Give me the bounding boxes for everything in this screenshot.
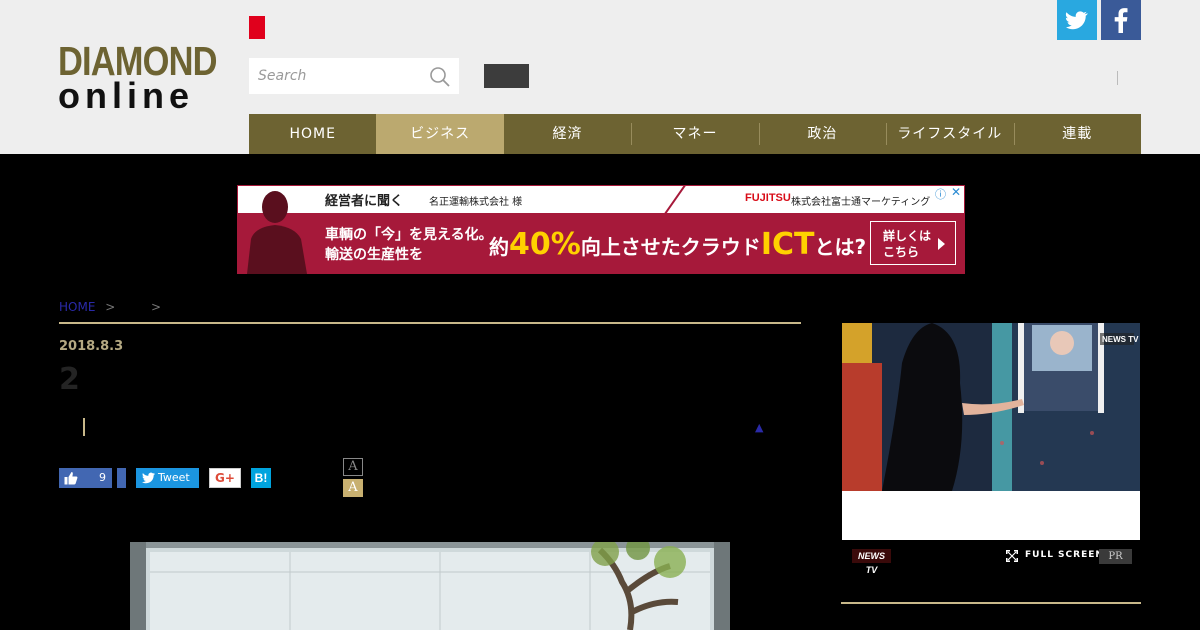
video-player[interactable]: NEWS TV bbox=[842, 323, 1140, 491]
search-input[interactable] bbox=[249, 58, 419, 94]
author-marker bbox=[83, 418, 85, 436]
ad-big-suffix: とは? bbox=[814, 235, 867, 259]
ad-big-copy: 約40%向上させたクラウドICTとは? bbox=[489, 227, 866, 262]
tweet-button[interactable]: Tweet bbox=[136, 468, 199, 488]
font-size-small-button[interactable]: A bbox=[343, 458, 363, 476]
site-logo[interactable]: DIAMOND online bbox=[58, 40, 224, 114]
main-nav: HOME ビジネス 経済 マネー 政治 ライフスタイル 連載 bbox=[249, 114, 1141, 154]
twitter-bird-icon bbox=[142, 472, 155, 484]
ad-big-ict: ICT bbox=[760, 227, 815, 262]
breadcrumb: HOME > > bbox=[59, 300, 167, 314]
breadcrumb-separator: > bbox=[105, 300, 116, 314]
person-silhouette-icon bbox=[247, 191, 307, 274]
ad-info-icon[interactable]: ⓘ bbox=[935, 186, 946, 202]
article-date: 2018.8.3 bbox=[59, 339, 124, 354]
nav-item-business[interactable]: ビジネス bbox=[376, 114, 504, 154]
fujitsu-logo: FUJITSU bbox=[745, 192, 791, 204]
ad-headline-1: 車輌の「今」を見える化。 bbox=[325, 227, 493, 243]
twitter-button[interactable] bbox=[1057, 0, 1097, 40]
facebook-icon bbox=[1114, 8, 1128, 33]
article-divider bbox=[59, 322, 801, 324]
video-caption-area bbox=[842, 491, 1140, 540]
search-icon[interactable] bbox=[429, 66, 451, 88]
ad-sponsor: 株式会社富士通マーケティング bbox=[791, 197, 931, 208]
tweet-label: Tweet bbox=[158, 471, 190, 484]
nav-item-lifestyle[interactable]: ライフスタイル bbox=[886, 114, 1013, 154]
twitter-icon bbox=[1065, 11, 1088, 30]
search-box bbox=[249, 58, 459, 94]
arrow-right-icon bbox=[938, 238, 945, 250]
logo-line2: online bbox=[58, 75, 194, 116]
sidebar-divider bbox=[841, 602, 1141, 604]
like-count: 9 bbox=[99, 471, 106, 484]
scroll-up-icon[interactable]: ▲ bbox=[755, 421, 763, 434]
fullscreen-label[interactable]: FULL SCREEN bbox=[1025, 550, 1104, 560]
fullscreen-icon[interactable] bbox=[1006, 550, 1018, 562]
nav-item-series[interactable]: 連載 bbox=[1013, 114, 1141, 154]
article-title: 2 bbox=[59, 362, 80, 397]
nav-item-politics[interactable]: 政治 bbox=[758, 114, 886, 154]
ad-big-number: 40% bbox=[509, 227, 581, 262]
ad-close-icon[interactable]: ✕ bbox=[951, 185, 961, 199]
pr-badge: PR bbox=[1099, 549, 1132, 564]
ad-headline-2: 輸送の生産性を bbox=[325, 247, 423, 263]
video-controls: NEWS TV FULL SCREEN PR bbox=[842, 540, 1140, 575]
red-marker bbox=[249, 16, 265, 39]
facebook-button[interactable] bbox=[1101, 0, 1141, 40]
breadcrumb-separator: > bbox=[150, 300, 162, 314]
ad-title: 経営者に聞く bbox=[325, 194, 404, 209]
building-photo bbox=[130, 542, 730, 630]
ad-big-mid: 向上させたクラウド bbox=[580, 235, 761, 259]
newstv-logo: NEWS TV bbox=[852, 549, 891, 575]
nav-item-money[interactable]: マネー bbox=[631, 114, 758, 154]
article-image bbox=[130, 542, 730, 630]
google-plus-button[interactable]: G+ bbox=[209, 468, 241, 488]
font-size-large-button[interactable]: A bbox=[343, 479, 363, 497]
nav-item-economy[interactable]: 経済 bbox=[504, 114, 631, 154]
nav-item-home[interactable]: HOME bbox=[249, 114, 376, 154]
ad-company: 名正運輸株式会社 様 bbox=[429, 197, 523, 208]
like-share-button[interactable] bbox=[117, 468, 126, 488]
ad-big-prefix: 約 bbox=[489, 235, 509, 259]
video-thumbnail: NEWS TV bbox=[842, 323, 1140, 491]
breadcrumb-home[interactable]: HOME bbox=[59, 300, 95, 314]
login-button[interactable] bbox=[484, 64, 529, 88]
facebook-like-button[interactable]: 9 bbox=[59, 468, 112, 488]
ad-cta-button[interactable]: 詳しくは こちら bbox=[870, 221, 956, 265]
header-divider bbox=[1117, 71, 1118, 85]
svg-text:NEWS TV: NEWS TV bbox=[1102, 335, 1139, 344]
thumbs-up-icon bbox=[64, 472, 78, 485]
hatena-bookmark-button[interactable]: B! bbox=[251, 468, 271, 488]
banner-ad[interactable]: 経営者に聞く 名正運輸株式会社 様 FUJITSU 株式会社富士通マーケティング… bbox=[237, 185, 965, 274]
